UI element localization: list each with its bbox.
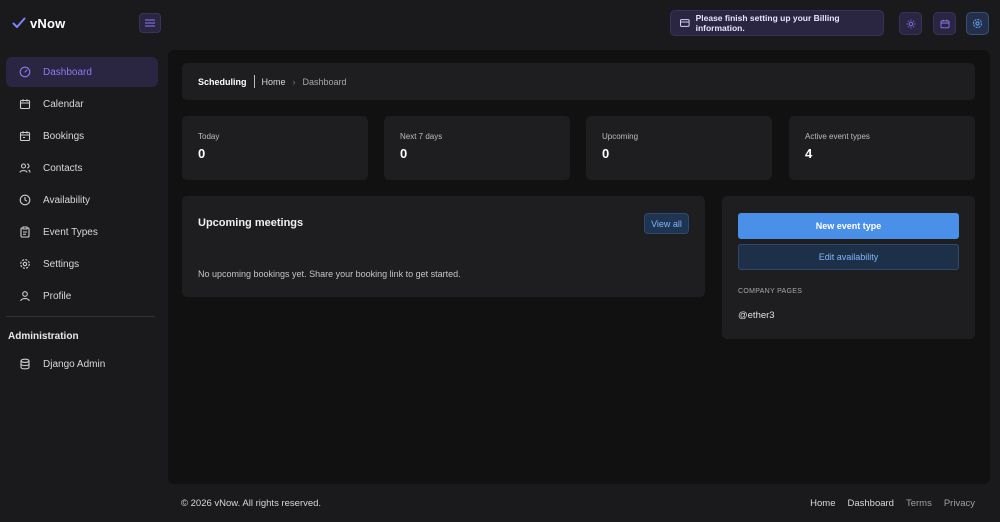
stat-label: Upcoming [602, 132, 639, 141]
sidebar-item-label: Event Types [43, 226, 98, 238]
breadcrumb-home-link[interactable]: Home [262, 77, 286, 87]
footer-link-privacy[interactable]: Privacy [944, 498, 975, 509]
sidebar-item-settings[interactable]: Settings [6, 249, 158, 279]
contacts-icon [19, 162, 31, 174]
sidebar-item-profile[interactable]: Profile [6, 281, 158, 311]
footer-link-home[interactable]: Home [810, 498, 835, 509]
calendar-icon [19, 98, 31, 110]
database-icon [19, 358, 31, 370]
sidebar-item-label: Django Admin [43, 358, 106, 370]
clock-icon [19, 194, 31, 206]
stat-label: Active event types [805, 132, 870, 141]
view-all-button[interactable]: View all [644, 213, 689, 234]
sidebar-item-label: Profile [43, 290, 72, 302]
page-title: Scheduling [198, 76, 247, 87]
sidebar-admin-nav: Django Admin [6, 349, 158, 381]
sidebar-item-label: Bookings [43, 130, 85, 142]
bookings-icon [19, 130, 31, 142]
quick-actions-card: New event type Edit availability COMPANY… [722, 196, 975, 339]
billing-message: Please finish setting up your Billing in… [695, 13, 840, 33]
chevron-right-icon: › [292, 76, 296, 87]
upcoming-meetings-card: Upcoming meetings View all No upcoming b… [182, 196, 705, 297]
stat-label: Next 7 days [400, 132, 443, 141]
sidebar-nav: Dashboard Calendar Bookings Contacts Ava… [6, 57, 158, 313]
sidebar-item-event-types[interactable]: Event Types [6, 217, 158, 247]
calendar-icon [940, 19, 949, 28]
sidebar-item-label: Calendar [43, 98, 84, 110]
company-page-link[interactable]: @ether3 [738, 310, 775, 321]
sidebar-item-label: Contacts [43, 162, 83, 174]
sidebar-item-calendar[interactable]: Calendar [6, 89, 158, 119]
gear-icon [973, 19, 982, 28]
billing-banner[interactable]: Please finish setting up your Billing in… [670, 10, 884, 36]
footer-link-terms[interactable]: Terms [906, 498, 932, 509]
credit-card-icon [680, 19, 690, 27]
sidebar: vNow Dashboard Calendar Bookings Contact… [0, 0, 168, 522]
menu-toggle-button[interactable] [139, 13, 161, 33]
breadcrumb-separator [253, 75, 255, 88]
stat-label: Today [198, 132, 220, 141]
main-panel: Scheduling Home › Dashboard Today 0 Next… [168, 50, 990, 484]
edit-availability-button[interactable]: Edit availability [738, 244, 959, 270]
stat-value: 0 [400, 146, 408, 161]
stat-card-active-event-types: Active event types 4 [789, 116, 975, 180]
stat-card-today: Today 0 [182, 116, 368, 180]
footer-links: Home Dashboard Terms Privacy [810, 498, 975, 509]
sidebar-divider [6, 316, 155, 317]
upcoming-meetings-title: Upcoming meetings [198, 217, 304, 229]
theme-toggle-button[interactable] [899, 12, 922, 35]
sidebar-item-django-admin[interactable]: Django Admin [6, 349, 158, 379]
gear-icon [19, 258, 31, 270]
new-event-type-button[interactable]: New event type [738, 213, 959, 239]
sidebar-section-title: Administration [8, 331, 79, 342]
sidebar-item-label: Dashboard [43, 66, 92, 78]
stat-value: 0 [198, 146, 206, 161]
empty-state-text: No upcoming bookings yet. Share your boo… [198, 269, 461, 279]
sidebar-item-label: Settings [43, 258, 80, 270]
stat-value: 4 [805, 146, 813, 161]
stat-card-upcoming: Upcoming 0 [586, 116, 772, 180]
footer-copyright: © 2026 vNow. All rights reserved. [181, 498, 322, 509]
clipboard-icon [19, 226, 31, 238]
sidebar-item-availability[interactable]: Availability [6, 185, 158, 215]
footer-link-dashboard[interactable]: Dashboard [847, 498, 893, 509]
company-pages-label: COMPANY PAGES [738, 288, 803, 295]
brand-logo[interactable]: vNow [12, 14, 65, 32]
sidebar-item-contacts[interactable]: Contacts [6, 153, 158, 183]
dashboard-icon [19, 66, 31, 78]
breadcrumb-current: Dashboard [302, 76, 347, 87]
breadcrumb: Scheduling Home › Dashboard [182, 63, 975, 100]
sidebar-item-bookings[interactable]: Bookings [6, 121, 158, 151]
checkmark-icon [12, 17, 26, 28]
sidebar-item-label: Availability [43, 194, 91, 206]
sun-icon [906, 19, 915, 28]
hamburger-icon [145, 19, 155, 27]
stat-card-next-7-days: Next 7 days 0 [384, 116, 570, 180]
user-icon [19, 290, 31, 302]
sidebar-item-dashboard[interactable]: Dashboard [6, 57, 158, 87]
calendar-button[interactable] [933, 12, 956, 35]
stat-value: 0 [602, 146, 610, 161]
settings-button[interactable] [966, 12, 989, 35]
brand-name: vNow [30, 15, 66, 31]
